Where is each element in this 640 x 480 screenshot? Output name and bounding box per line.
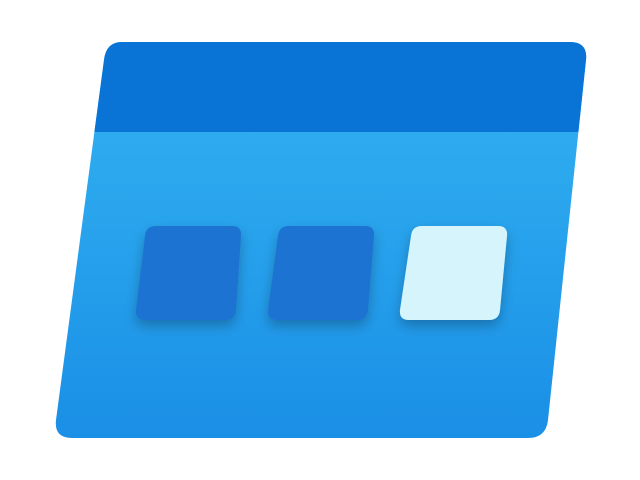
tile-dark-2: [267, 226, 375, 320]
tile-dark-1: [135, 226, 242, 320]
tile-light: [399, 226, 508, 320]
storage-explorer-icon: [55, 42, 587, 438]
card-header-band: [55, 42, 587, 132]
app-logo-canvas: [0, 0, 640, 480]
